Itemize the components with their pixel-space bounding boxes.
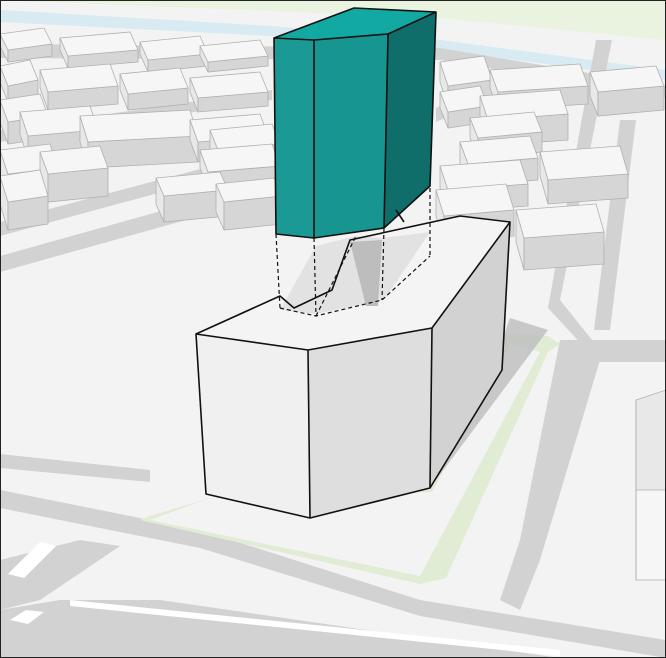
context-block [39,63,119,111]
context-block [119,67,189,111]
context-block [59,31,139,69]
context-block [0,27,53,63]
context-block [189,71,269,113]
context-block [515,203,605,271]
context-building-right [635,389,666,581]
context-block [199,39,269,73]
context-block-face [435,183,515,217]
context-block-face [539,145,629,181]
context-block [539,145,629,205]
context-block-face [79,109,199,143]
context-block [139,35,209,73]
teal-tower-icon [273,7,437,239]
context-block [0,169,49,231]
context-block-face [0,169,49,203]
context-block [39,145,109,203]
context-block [215,177,283,231]
context-block-face [515,203,605,239]
context-block [589,65,665,117]
context-block-face [523,231,605,271]
massing-diagram [0,0,666,658]
